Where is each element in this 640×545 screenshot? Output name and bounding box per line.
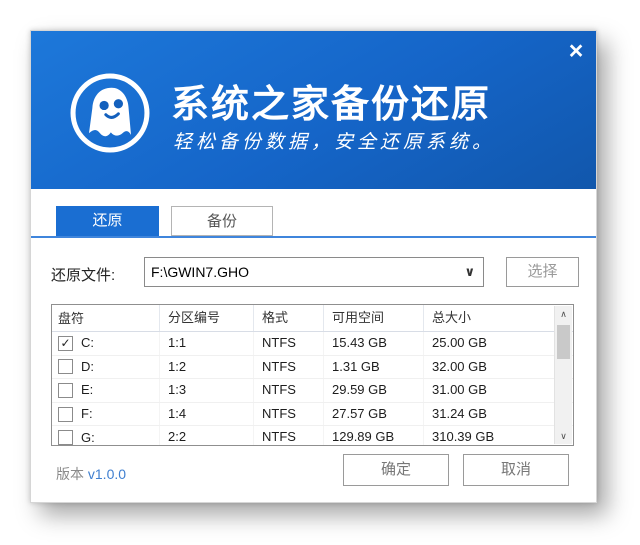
tab-underline [31, 236, 596, 238]
free-space: 1.31 GB [324, 356, 424, 379]
format: NTFS [254, 403, 324, 426]
free-space: 29.59 GB [324, 379, 424, 402]
version-label: 版本 [56, 466, 84, 482]
partition-id: 1:4 [160, 403, 254, 426]
free-space: 15.43 GB [324, 332, 424, 355]
app-subtitle: 轻松备份数据，安全还原系统。 [173, 127, 495, 154]
scrollbar-thumb[interactable] [557, 325, 570, 359]
app-window: × 系统之家备份还原 轻松备份数据，安全还原系统。 还原 备份 还原文件: F:… [30, 30, 597, 503]
row-checkbox-checked[interactable]: ✓ [58, 336, 73, 351]
table-row[interactable]: D: 1:2 NTFS 1.31 GB 32.00 GB [52, 356, 573, 380]
restore-file-combobox[interactable]: F:\GWIN7.GHO ∨ [144, 257, 484, 287]
free-space: 129.89 GB [324, 426, 424, 446]
column-header-free-space[interactable]: 可用空间 [324, 305, 424, 331]
column-header-drive[interactable]: 盘符 [52, 305, 160, 331]
version-number: v1.0.0 [88, 466, 126, 482]
table-row[interactable]: G: 2:2 NTFS 129.89 GB 310.39 GB [52, 426, 573, 446]
drive-letter: F: [81, 403, 93, 425]
format: NTFS [254, 332, 324, 355]
column-header-total-size[interactable]: 总大小 [424, 305, 555, 331]
app-header: × 系统之家备份还原 轻松备份数据，安全还原系统。 [31, 31, 596, 189]
partition-id: 2:2 [160, 426, 254, 446]
drive-letter: C: [81, 332, 94, 354]
total-size: 310.39 GB [424, 426, 555, 446]
total-size: 31.24 GB [424, 403, 555, 426]
app-title: 系统之家备份还原 [171, 73, 491, 128]
column-header-partition[interactable]: 分区编号 [160, 305, 254, 331]
table-header-row: 盘符 分区编号 格式 可用空间 总大小 [52, 305, 573, 332]
scroll-down-icon[interactable]: ∨ [555, 428, 572, 444]
column-header-format[interactable]: 格式 [254, 305, 324, 331]
tab-restore[interactable]: 还原 [56, 206, 159, 236]
restore-file-value: F:\GWIN7.GHO [151, 264, 249, 280]
partition-id: 1:1 [160, 332, 254, 355]
select-file-button[interactable]: 选择 [506, 257, 579, 287]
scroll-up-icon[interactable]: ∧ [555, 306, 572, 322]
table-row[interactable]: ✓ C: 1:1 NTFS 15.43 GB 25.00 GB [52, 332, 573, 356]
cancel-button[interactable]: 取消 [463, 454, 569, 486]
row-checkbox[interactable] [58, 407, 73, 422]
partition-id: 1:2 [160, 356, 254, 379]
format: NTFS [254, 356, 324, 379]
table-row[interactable]: E: 1:3 NTFS 29.59 GB 31.00 GB [52, 379, 573, 403]
restore-file-label: 还原文件: [51, 264, 115, 285]
table-scrollbar[interactable]: ∧ ∨ [554, 306, 572, 444]
row-checkbox[interactable] [58, 359, 73, 374]
total-size: 25.00 GB [424, 332, 555, 355]
drive-letter: G: [81, 427, 95, 446]
close-icon[interactable]: × [562, 38, 590, 66]
ok-button[interactable]: 确定 [343, 454, 449, 486]
chevron-down-icon[interactable]: ∨ [464, 264, 475, 280]
table-row[interactable]: F: 1:4 NTFS 27.57 GB 31.24 GB [52, 403, 573, 427]
format: NTFS [254, 379, 324, 402]
row-checkbox[interactable] [58, 383, 73, 398]
free-space: 27.57 GB [324, 403, 424, 426]
version-text: 版本 v1.0.0 [56, 464, 126, 484]
row-checkbox[interactable] [58, 430, 73, 445]
partition-table: 盘符 分区编号 格式 可用空间 总大小 ✓ C: 1:1 NTFS 15.43 G… [51, 304, 574, 446]
drive-letter: E: [81, 379, 93, 401]
tab-backup[interactable]: 备份 [171, 206, 273, 236]
total-size: 32.00 GB [424, 356, 555, 379]
partition-id: 1:3 [160, 379, 254, 402]
ghost-logo-icon [68, 71, 152, 155]
total-size: 31.00 GB [424, 379, 555, 402]
drive-letter: D: [81, 356, 94, 378]
format: NTFS [254, 426, 324, 446]
